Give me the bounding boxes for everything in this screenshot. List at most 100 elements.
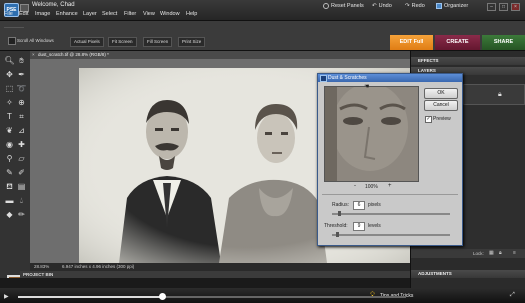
document-size-info: 6.947 inches x 4.96 inches (300 ppi) [62, 264, 135, 269]
undo-icon: ↶ [372, 3, 377, 9]
organizer-icon [436, 3, 442, 9]
welcome-text: Welcome, Chad [32, 2, 75, 8]
zoom-out-button[interactable]: - [354, 183, 356, 189]
lock-all-icon[interactable]: 🔒︎ [499, 250, 502, 256]
hand-tool-icon[interactable]: ✋︎ [16, 55, 27, 66]
healing-brush-tool-icon[interactable]: ✚ [16, 139, 27, 150]
preview-checkbox[interactable]: ✓ [425, 116, 432, 123]
zoom-tool-icon[interactable]: 🔍︎ [4, 55, 15, 66]
redo-button[interactable]: ↷ Redo [405, 3, 425, 9]
marquee-tool-icon[interactable]: ⬚ [4, 83, 15, 94]
cancel-button[interactable]: Cancel [424, 100, 458, 111]
menu-file[interactable]: File [4, 11, 13, 17]
red-eye-tool-icon[interactable]: ◉ [4, 139, 15, 150]
tab-share[interactable]: SHARE [482, 35, 525, 50]
layer-row[interactable]: 🔒︎ [463, 84, 525, 105]
dialog-divider [322, 194, 458, 195]
actual-pixels-button[interactable]: Actual Pixels [70, 37, 104, 47]
adjustments-panel-header[interactable]: ADJUSTMENTS [411, 270, 525, 278]
menu-filter[interactable]: Filter [124, 11, 136, 17]
maximize-icon[interactable]: □ [499, 3, 508, 11]
dialog-app-icon [320, 75, 327, 82]
radius-unit: pixels [368, 202, 381, 208]
dust-scratches-dialog: Dust & Scratches ☚ OK Cancel ✓ Preview -… [317, 73, 463, 246]
preview-label: Preview [433, 116, 451, 122]
radius-slider-thumb[interactable] [338, 211, 341, 216]
layers-lock-bar: Lock: ▦ 🔒︎ ≡ [411, 249, 525, 258]
organizer-label: Organizer [444, 3, 469, 9]
brush-tool-icon[interactable]: ✎ [4, 167, 15, 178]
toolbox: 🔍︎ ✋︎ ✥ ✒ ⬚ ➰ ✧ ⊕ T ⌗ ❦ ⊿ ◉ ✚ ⚲ ▱ ✎ ✐ ⛾ … [0, 51, 31, 297]
magic-wand-tool-icon[interactable]: ✧ [4, 97, 15, 108]
pencil-tool-icon[interactable]: ✏︎ [16, 209, 27, 220]
move-tool-icon[interactable]: ✥ [4, 69, 15, 80]
print-size-button[interactable]: Print Size [178, 37, 206, 47]
eraser-tool-icon[interactable]: ▱ [16, 153, 27, 164]
straighten-tool-icon[interactable]: ⊿ [16, 125, 27, 136]
threshold-slider[interactable] [332, 234, 450, 236]
menu-help[interactable]: Help [186, 11, 197, 17]
radius-input[interactable]: 6 [353, 201, 365, 210]
menu-image[interactable]: Image [35, 11, 50, 17]
menu-layer[interactable]: Layer [83, 11, 97, 17]
zoom-readout: 28.83% [34, 264, 50, 269]
threshold-slider-thumb[interactable] [336, 232, 339, 237]
status-bar: 28.83% 6.947 inches x 4.96 inches (300 p… [30, 263, 410, 271]
filter-preview[interactable] [324, 86, 419, 182]
minimize-icon[interactable]: – [487, 3, 496, 11]
organizer-button[interactable]: Organizer [436, 3, 468, 9]
close-icon[interactable]: × [511, 3, 520, 11]
fill-screen-button[interactable]: Fill Screen [143, 37, 173, 47]
project-bin-area [0, 278, 410, 288]
progress-thumb[interactable] [158, 293, 166, 300]
tab-edit-full[interactable]: EDIT Full [390, 35, 433, 50]
eyedropper-tool-icon[interactable]: ✒ [16, 69, 27, 80]
lock-transparent-icon[interactable]: ▦ [489, 250, 494, 256]
radius-slider[interactable] [332, 213, 450, 215]
menu-edit[interactable]: Edit [19, 11, 28, 17]
ok-button[interactable]: OK [424, 88, 458, 99]
dialog-title[interactable]: Dust & Scratches [318, 74, 462, 82]
menu-select[interactable]: Select [102, 11, 117, 17]
scroll-all-label: Scroll All Windows [17, 38, 54, 43]
redo-label: Redo [411, 3, 425, 9]
zoom-in-button[interactable]: + [388, 183, 392, 189]
sponge-tool-icon[interactable]: ◆ [4, 209, 15, 220]
scroll-all-checkbox[interactable] [8, 37, 16, 45]
menu-enhance[interactable]: Enhance [56, 11, 78, 17]
clone-stamp-tool-icon[interactable]: ⚲ [4, 153, 15, 164]
threshold-input[interactable]: 9 [353, 222, 365, 231]
preview-zoom: 100% [365, 184, 378, 190]
quick-selection-tool-icon[interactable]: ⊕ [16, 97, 27, 108]
smart-brush-tool-icon[interactable]: ✐ [16, 167, 27, 178]
effects-panel-header[interactable]: EFFECTS [411, 57, 525, 65]
blur-tool-icon[interactable]: 💧︎ [16, 195, 27, 206]
play-icon[interactable]: ▶ [4, 293, 9, 300]
lock-label: Lock: [473, 251, 484, 256]
cookie-cutter-tool-icon[interactable]: ❦ [4, 125, 15, 136]
undo-label: Undo [378, 3, 392, 9]
project-bin-header[interactable]: PROJECT BIN [20, 271, 410, 278]
close-tab-icon[interactable]: × [32, 52, 35, 57]
paint-bucket-tool-icon[interactable]: ⛾ [4, 181, 15, 192]
options-divider [4, 27, 24, 28]
menu-view[interactable]: View [143, 11, 155, 17]
hand-cursor-icon: ☚ [364, 84, 370, 90]
radius-label: Radius: [332, 202, 349, 208]
project-bin-label: PROJECT BIN [23, 272, 54, 277]
tab-create[interactable]: CREATE [435, 35, 480, 50]
menu-bar: PSE Welcome, Chad File Edit Image Enhanc… [0, 0, 525, 21]
layer-lock-icon: 🔒︎ [498, 91, 502, 98]
shape-tool-icon[interactable]: ▬ [4, 195, 15, 206]
crop-tool-icon[interactable]: ⌗ [16, 111, 27, 122]
menu-window[interactable]: Window [160, 11, 180, 17]
fit-screen-button[interactable]: Fit Screen [108, 37, 137, 47]
fullscreen-icon[interactable]: ⤢ [510, 292, 515, 299]
lasso-tool-icon[interactable]: ➰ [16, 83, 27, 94]
reset-panels-button[interactable]: Reset Panels [323, 3, 364, 9]
panel-menu-icon[interactable]: ≡ [513, 250, 516, 256]
gradient-tool-icon[interactable]: ▤ [16, 181, 27, 192]
type-tool-icon[interactable]: T [4, 111, 15, 122]
undo-button[interactable]: ↶ Undo [372, 3, 392, 9]
document-tab[interactable]: dust_scratch.tif @ 28.8% (RGB/8) * × [30, 51, 410, 59]
